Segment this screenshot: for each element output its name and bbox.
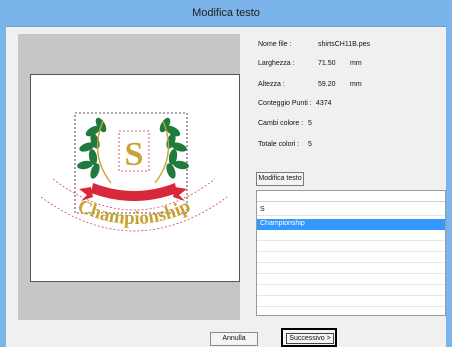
list-item-empty xyxy=(257,285,445,296)
embroidery-preview: S Championship xyxy=(30,74,240,282)
edit-text-dialog: Modifica testo S Championship Nome file … xyxy=(0,0,452,347)
list-item-selected[interactable]: Championship xyxy=(257,219,445,230)
list-item[interactable]: S xyxy=(257,205,445,216)
right-laurel-icon xyxy=(154,117,189,184)
title-bar: Modifica testo xyxy=(0,0,452,27)
list-header xyxy=(257,191,445,202)
list-item-empty xyxy=(257,230,445,241)
list-item-empty xyxy=(257,296,445,307)
window-frame-left xyxy=(0,26,6,347)
list-item-empty xyxy=(257,241,445,252)
monogram-letter: S xyxy=(125,136,144,173)
cancel-button[interactable]: Annulla xyxy=(210,332,258,346)
list-item-empty xyxy=(257,252,445,263)
edit-text-button[interactable]: Modifica testo xyxy=(256,172,304,186)
text-list[interactable]: S Championship xyxy=(256,190,446,316)
list-item-empty xyxy=(257,263,445,274)
next-button[interactable]: Successivo > xyxy=(281,328,337,347)
window-title: Modifica testo xyxy=(192,7,260,19)
left-laurel-icon xyxy=(77,117,112,184)
window-frame-right xyxy=(446,26,452,347)
embroidery-design: S Championship xyxy=(40,112,228,232)
ribbon xyxy=(79,183,187,201)
next-button-label: Successivo > xyxy=(286,333,334,344)
list-item-empty xyxy=(257,274,445,285)
